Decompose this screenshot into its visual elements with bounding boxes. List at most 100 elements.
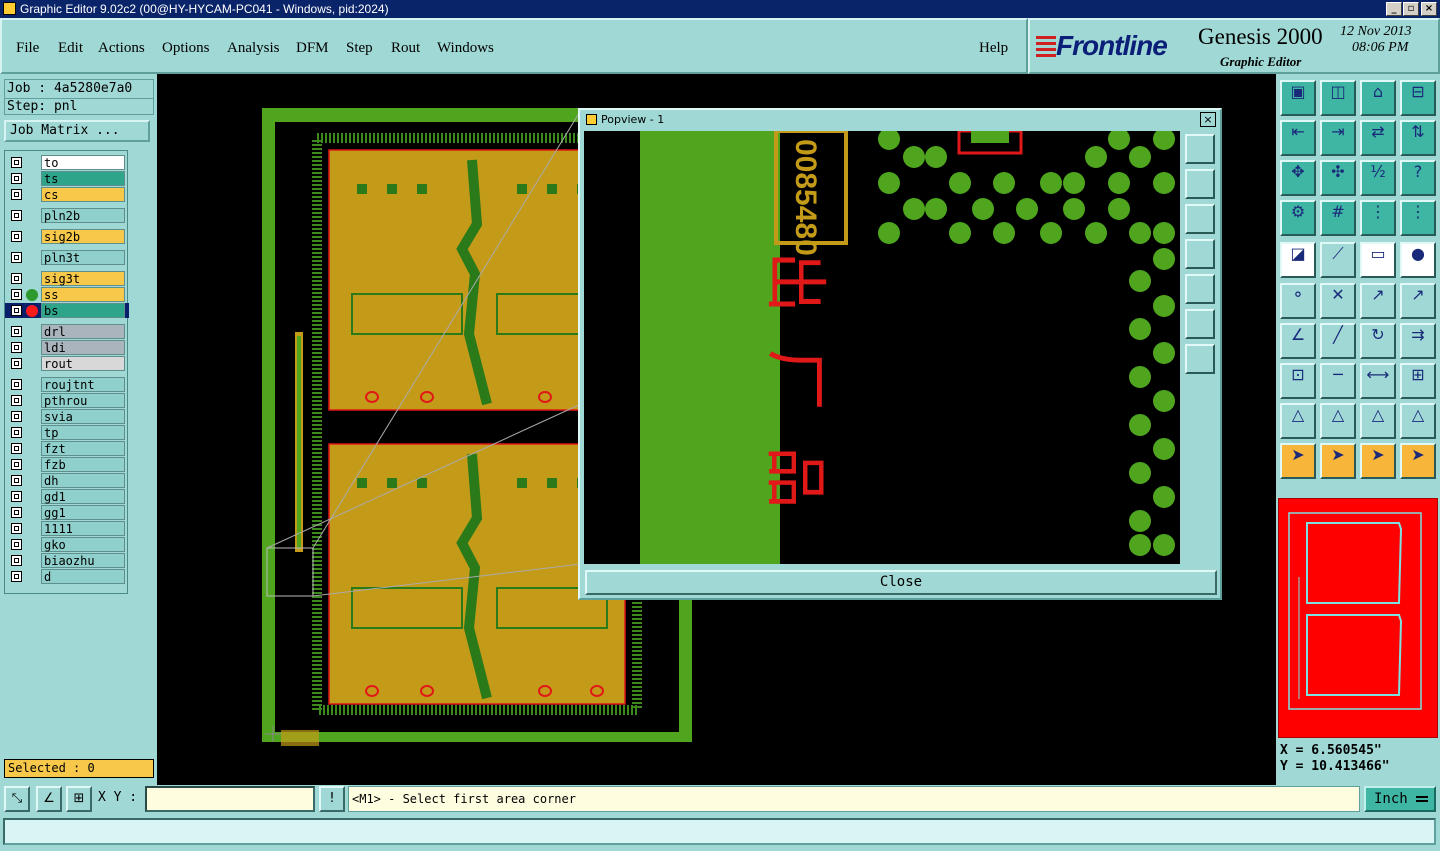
layer-checkbox[interactable] [11,443,22,454]
add-line-icon[interactable]: ⟋ [1320,242,1356,278]
layer-name[interactable]: roujtnt [41,377,125,392]
layer-checkbox[interactable] [11,189,22,200]
layer-checkbox[interactable] [11,571,22,582]
pointer-box-2-icon[interactable]: ➤ [1360,443,1396,479]
zoom-house-icon[interactable]: ⌂ [1360,80,1396,116]
cross-icon[interactable]: ✕ [1320,283,1356,319]
close-window-button[interactable]: × [1421,2,1437,16]
snap-mode-icon[interactable]: ⤡ [4,786,30,812]
layer-row-tp[interactable]: tp [5,425,129,440]
layer-name[interactable]: drl [41,324,125,339]
layer-name[interactable]: pthrou [41,393,125,408]
xy-input[interactable] [145,786,315,812]
menu-file[interactable]: File [16,40,39,57]
angle-icon[interactable]: ∠ [1280,323,1316,359]
layer-row-drl[interactable]: drl [5,324,129,339]
layer-name[interactable]: ldi [41,340,125,355]
popview-zoom-out-icon[interactable] [1185,344,1215,374]
zoom-1to2-icon[interactable]: ½ [1360,160,1396,196]
layer-name[interactable]: rout [41,356,125,371]
menu-step[interactable]: Step [346,40,373,57]
popview-zoom-home-icon[interactable] [1185,134,1215,164]
triangle-arrow-icon[interactable]: △ [1320,403,1356,439]
layer-checkbox[interactable] [11,475,22,486]
layer-checkbox[interactable] [11,555,22,566]
layer-name[interactable]: 1111 [41,521,125,536]
popview-zoom-in-icon[interactable] [1185,309,1215,339]
layer-row-pthrou[interactable]: pthrou [5,393,129,408]
layer-name[interactable]: gg1 [41,505,125,520]
cut-line-icon[interactable]: ─ [1320,363,1356,399]
layer-checkbox[interactable] [11,173,22,184]
layer-row-cs[interactable]: cs [5,187,129,202]
layer-checkbox[interactable] [11,523,22,534]
layer-checkbox[interactable] [11,157,22,168]
popview-canvas[interactable]: 0085480 出 厂 品 [584,131,1180,564]
layer-switch-icon[interactable]: ⇅ [1400,120,1436,156]
fit-all-icon[interactable]: ✥ [1280,160,1316,196]
layer-row-fzt[interactable]: fzt [5,441,129,456]
overview-minimap[interactable] [1278,498,1438,738]
layer-name[interactable]: cs [41,187,125,202]
layer-row-ts[interactable]: ts [5,171,129,186]
layer-name[interactable]: tp [41,425,125,440]
menu-analysis[interactable]: Analysis [227,40,280,57]
add-circle-icon[interactable]: ● [1400,242,1436,278]
layer-row-gg1[interactable]: gg1 [5,505,129,520]
zoom-up-icon[interactable]: ◫ [1320,80,1356,116]
copy-arrow-icon[interactable]: ↗ [1400,283,1436,319]
menu-dfm[interactable]: DFM [296,40,329,57]
connect-icon[interactable]: ⚬ [1280,283,1316,319]
triangle-icon[interactable]: △ [1280,403,1316,439]
layer-checkbox[interactable] [11,379,22,390]
ruler-icon[interactable]: ▭ [1360,242,1396,278]
layer-checkbox[interactable] [11,539,22,550]
layer-row-ldi[interactable]: ldi [5,340,129,355]
layer-name[interactable]: d [41,569,125,584]
minimize-button[interactable]: _ [1386,2,1402,16]
fit-selection-icon[interactable]: ✣ [1320,160,1356,196]
layer-checkbox[interactable] [11,459,22,470]
alert-icon[interactable]: ! [319,786,345,812]
layer-checkbox[interactable] [11,411,22,422]
layer-row-fzb[interactable]: fzb [5,457,129,472]
triangle-stop-icon[interactable]: △ [1400,403,1436,439]
pan-left-icon[interactable]: ⇤ [1280,120,1316,156]
layer-name[interactable]: bs [41,303,125,318]
layer-checkbox[interactable] [11,231,22,242]
units-selector[interactable]: Inch [1364,786,1436,812]
layer-name[interactable]: gd1 [41,489,125,504]
layer-checkbox[interactable] [11,252,22,263]
pointer-icon[interactable]: ➤ [1280,443,1316,479]
popview-pan-up-icon[interactable] [1185,169,1215,199]
stretch-icon[interactable]: ⟷ [1360,363,1396,399]
resize-icon[interactable]: ⊡ [1280,363,1316,399]
menu-actions[interactable]: Actions [98,40,145,57]
menu-options[interactable]: Options [162,40,210,57]
layer-name[interactable]: biaozhu [41,553,125,568]
popview-close-icon[interactable]: × [1200,112,1216,127]
layer-checkbox[interactable] [11,507,22,518]
pan-right-icon[interactable]: ⇥ [1320,120,1356,156]
pointer-box-icon[interactable]: ➤ [1320,443,1356,479]
menu-windows[interactable]: Windows [437,40,494,57]
layer-checkbox[interactable] [11,342,22,353]
layer-name[interactable]: dh [41,473,125,488]
layer-row-gd1[interactable]: gd1 [5,489,129,504]
flip-icon[interactable]: ⇉ [1400,323,1436,359]
layer-name[interactable]: pln3t [41,250,125,265]
pointer-node-icon[interactable]: ➤ [1400,443,1436,479]
popview-pan-down-icon[interactable] [1185,204,1215,234]
menu-help[interactable]: Help [979,40,1008,57]
layer-checkbox[interactable] [11,305,22,316]
palette-icon[interactable]: ⚙ [1280,200,1316,236]
layer-row-svia[interactable]: svia [5,409,129,424]
layer-row-pln3t[interactable]: pln3t [5,250,129,265]
add-pad-icon[interactable]: ◪ [1280,242,1316,278]
swap-icon[interactable]: ⇄ [1360,120,1396,156]
help-icon[interactable]: ? [1400,160,1436,196]
multi-select-icon[interactable]: ⊞ [1400,363,1436,399]
menu-rout[interactable]: Rout [391,40,420,57]
layer-row-d[interactable]: d [5,569,129,584]
layer-name[interactable]: sig3t [41,271,125,286]
